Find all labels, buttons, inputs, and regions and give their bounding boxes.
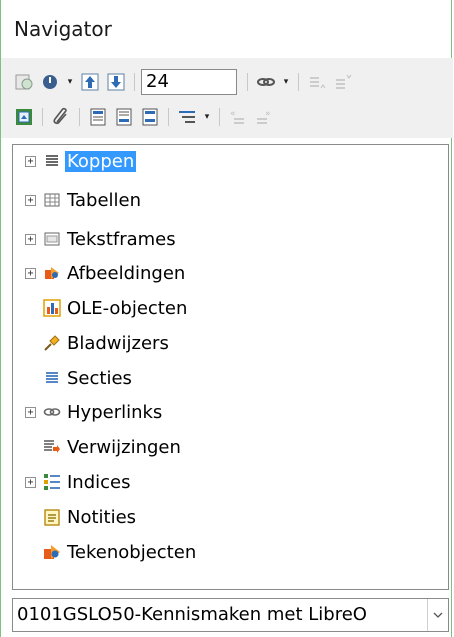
demote-level-icon[interactable] [331, 70, 355, 94]
image-icon [43, 264, 61, 282]
tree-item-label: Afbeeldingen [67, 262, 186, 284]
content-tree[interactable]: + Koppen + Tabellen + Tekstframes + Afbe… [12, 144, 449, 590]
set-reminder-icon[interactable] [49, 105, 73, 129]
bookmark-icon [43, 334, 61, 352]
expand-icon[interactable]: + [25, 267, 36, 279]
tree-item-koppen[interactable]: + Koppen [13, 146, 448, 176]
header-icon[interactable] [86, 105, 110, 129]
toolbar-separator [134, 73, 135, 91]
toolbar-row-1: ▾ 24 ▾ [12, 68, 357, 96]
demote-chapter-icon[interactable]: » [252, 105, 276, 129]
toolbar-row-2: ▾ « » [12, 103, 278, 131]
previous-object-icon[interactable] [78, 70, 102, 94]
tree-item-label: Tekstframes [67, 228, 176, 250]
expand-icon[interactable]: + [25, 476, 36, 488]
tree-item-afbeeldingen[interactable]: + Afbeeldingen [13, 258, 448, 288]
page-number-input[interactable]: 24 [141, 69, 237, 95]
tree-item-indices[interactable]: + Indices [13, 467, 448, 497]
tree-item-secties[interactable]: Secties [13, 363, 448, 393]
index-icon [43, 473, 61, 491]
tree-item-label: Tabellen [67, 189, 142, 211]
tree-item-label: Koppen [65, 150, 137, 172]
toolbar-separator [79, 108, 80, 126]
headings-icon [43, 152, 61, 170]
heading-levels-icon[interactable] [175, 105, 199, 129]
comment-icon [43, 508, 61, 526]
tree-item-bladwijzers[interactable]: Bladwijzers [13, 328, 448, 358]
tree-item-label: Hyperlinks [67, 401, 163, 423]
window-title: Navigator [14, 17, 112, 41]
ole-object-icon [43, 299, 61, 317]
tree-item-label: Verwijzingen [67, 436, 181, 458]
tree-item-tekenobjecten[interactable]: Tekenobjecten [13, 537, 448, 567]
drawing-object-icon [43, 543, 61, 561]
promote-level-icon[interactable] [305, 70, 329, 94]
toolbar-separator [298, 73, 299, 91]
tree-item-label: OLE-objecten [67, 297, 188, 319]
tree-item-label: Indices [67, 471, 131, 493]
expand-icon[interactable]: + [25, 194, 36, 206]
next-object-icon[interactable] [104, 70, 128, 94]
promote-chapter-icon[interactable]: « [226, 105, 250, 129]
tree-item-label: Secties [67, 367, 132, 389]
toolbar-separator [219, 108, 220, 126]
toolbar-separator [168, 108, 169, 126]
document-select-value: 0101GSLO50-Kennismaken met LibreO [17, 604, 367, 625]
reference-icon [43, 438, 61, 456]
text-frame-icon [43, 230, 61, 248]
tree-item-label: Tekenobjecten [67, 541, 197, 563]
navigate-by-dropdown-icon[interactable]: ▾ [64, 70, 76, 94]
content-view-icon[interactable] [12, 105, 36, 129]
expand-icon[interactable]: + [25, 406, 36, 418]
drag-mode-dropdown-icon[interactable]: ▾ [280, 70, 292, 94]
chevron-down-icon[interactable] [427, 599, 448, 631]
tree-item-tekstframes[interactable]: + Tekstframes [13, 224, 448, 254]
tree-item-label: Notities [67, 506, 137, 528]
toolbar-separator [247, 73, 248, 91]
tree-item-label: Bladwijzers [67, 332, 169, 354]
section-icon [43, 369, 61, 387]
toolbar-separator [42, 108, 43, 126]
tree-item-ole-objecten[interactable]: OLE-objecten [13, 293, 448, 323]
tree-item-hyperlinks[interactable]: + Hyperlinks [13, 397, 448, 427]
anchor-text-icon[interactable] [138, 105, 162, 129]
svg-text:«: « [230, 109, 236, 119]
table-icon [43, 191, 61, 209]
tree-item-tabellen[interactable]: + Tabellen [13, 185, 448, 215]
navigator-window: Navigator ▾ 24 ▾ ▾ « » + Koppen + Tabell… [0, 0, 453, 637]
svg-text:»: » [265, 109, 271, 119]
tree-item-verwijzingen[interactable]: Verwijzingen [13, 432, 448, 462]
navigation-toggle-icon[interactable] [12, 70, 36, 94]
navigator-toolbar: ▾ 24 ▾ ▾ « » [1, 58, 453, 138]
tree-item-notities[interactable]: Notities [13, 502, 448, 532]
heading-levels-dropdown-icon[interactable]: ▾ [201, 105, 213, 129]
footer-icon[interactable] [112, 105, 136, 129]
expand-icon[interactable]: + [25, 155, 36, 167]
hyperlink-icon [43, 403, 61, 421]
navigate-by-icon[interactable] [38, 70, 62, 94]
drag-mode-icon[interactable] [254, 70, 278, 94]
document-select[interactable]: 0101GSLO50-Kennismaken met LibreO [12, 598, 449, 632]
expand-icon[interactable]: + [25, 233, 36, 245]
